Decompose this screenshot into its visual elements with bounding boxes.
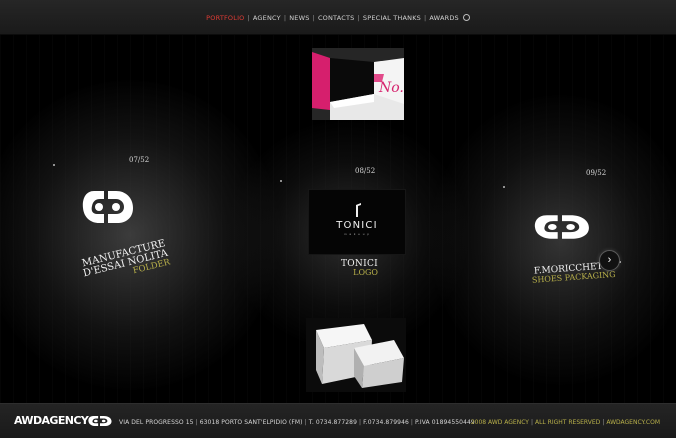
- address-vat: P.IVA 01894550449: [415, 419, 475, 426]
- next-arrow-button[interactable]: ›: [599, 250, 620, 271]
- nav-agency[interactable]: Agency: [253, 14, 281, 22]
- portfolio-thumb-top[interactable]: No.!: [312, 48, 404, 120]
- counter-center: 08/52: [355, 167, 376, 175]
- project-title-center[interactable]: Tonici Logo: [318, 260, 378, 277]
- power-icon[interactable]: [462, 14, 470, 21]
- no-poster-text: No.!: [378, 80, 404, 96]
- nav-separator: |: [283, 14, 287, 22]
- footer-address: Via del progresso 15 | 63018 Porto Sant'El…: [119, 419, 475, 426]
- no-poster-image: No.!: [312, 48, 404, 120]
- footer-separator: |: [359, 419, 362, 426]
- tonici-wordmark: TONICI: [336, 220, 378, 231]
- copyright-year: 2008 AWD Agency: [470, 419, 529, 426]
- portfolio-thumb-bottom[interactable]: [306, 318, 406, 392]
- tonici-subline: m a k e u p: [344, 232, 370, 236]
- footer: AWDAGENCY Via del progresso 15 | 63018 Por…: [0, 403, 676, 438]
- chevron-right-icon: ›: [607, 254, 612, 266]
- qd-logo-icon[interactable]: [82, 188, 134, 226]
- address-street: Via del progresso 15: [119, 419, 194, 426]
- nav-separator: |: [247, 14, 250, 22]
- nav-special-thanks[interactable]: Special Thanks: [363, 14, 421, 22]
- qd-logo-icon[interactable]: [534, 213, 590, 241]
- footer-separator: |: [530, 419, 533, 426]
- nav-contacts[interactable]: Contacts: [318, 14, 355, 22]
- nav-portfolio[interactable]: Portfolio: [206, 14, 244, 22]
- dust-dot: [53, 164, 55, 166]
- nav-separator: |: [424, 14, 427, 22]
- nav-news[interactable]: News: [289, 14, 309, 22]
- white-boxes-image: [306, 318, 406, 392]
- counter-left: 07/52: [129, 156, 150, 164]
- tonici-logo-card[interactable]: TONICI m a k e u p: [308, 189, 406, 255]
- awd-agency-logo[interactable]: AWDAGENCY: [14, 415, 112, 427]
- footer-separator: |: [602, 419, 605, 426]
- address-city: 63018 Porto Sant'Elpidio (FM): [199, 419, 303, 426]
- nav-separator: |: [357, 14, 360, 22]
- copyright-rights: All right reserved: [534, 419, 601, 426]
- logo-text: AWDAGENCY: [14, 414, 89, 427]
- website-link[interactable]: awdagency.com: [606, 419, 660, 426]
- qd-logo-icon: [88, 415, 112, 427]
- footer-copyright: 2008 AWD Agency | All right reserved | awdag…: [471, 419, 660, 426]
- footer-separator: |: [410, 419, 414, 426]
- address-fax: F.0734.879946: [363, 419, 409, 426]
- footer-separator: |: [304, 419, 307, 426]
- project-type: Logo: [353, 268, 378, 277]
- footer-separator: |: [195, 419, 198, 426]
- nav-separator: |: [312, 14, 315, 22]
- dust-dot: [280, 180, 282, 182]
- address-phone: T. 0734.877289: [308, 419, 358, 426]
- dust-dot: [503, 186, 505, 188]
- nav-awards[interactable]: Awards: [429, 14, 458, 22]
- main-nav: Portfolio | Agency | News | Contacts | Special T…: [0, 14, 676, 22]
- tonici-mark-icon: [356, 203, 361, 217]
- counter-right: 09/52: [586, 169, 607, 177]
- top-bar: Portfolio | Agency | News | Contacts | Special T…: [0, 0, 676, 35]
